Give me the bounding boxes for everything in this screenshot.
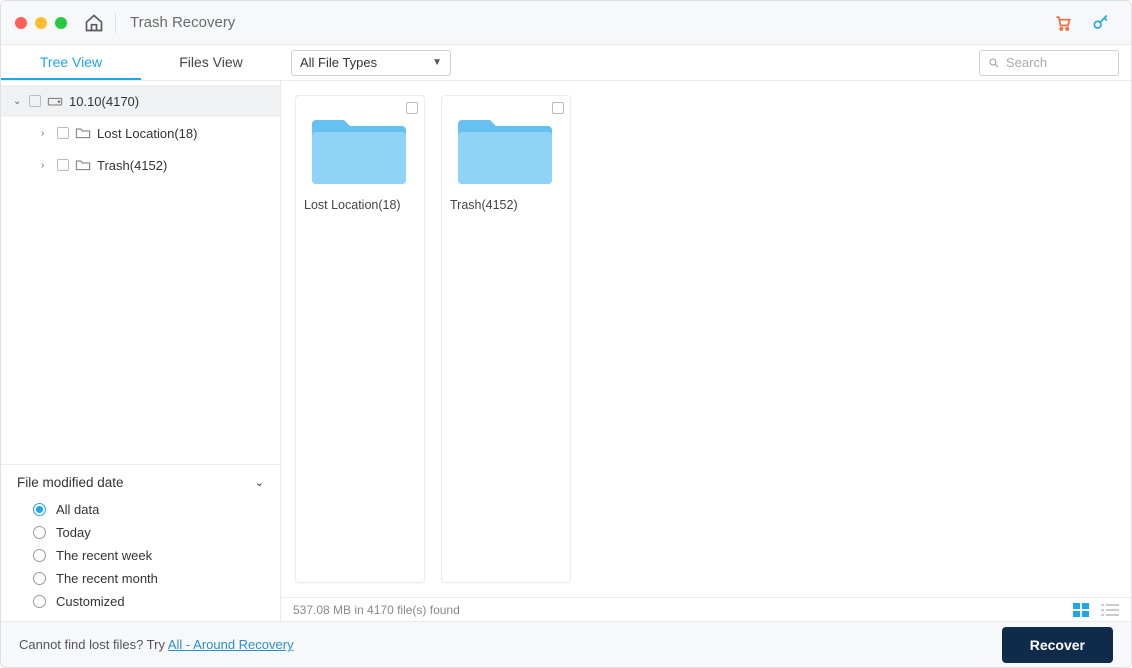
app-window: Trash Recovery Tree View Files View All … <box>0 0 1132 668</box>
footer-text: Cannot find lost files? Try All - Around… <box>19 637 294 652</box>
filter-option-label: The recent month <box>56 571 158 586</box>
tree-root[interactable]: ⌄ 10.10(4170) <box>1 85 280 117</box>
footer-prefix: Cannot find lost files? Try <box>19 637 168 652</box>
folder-card-label: Trash(4152) <box>448 198 564 212</box>
radio[interactable] <box>33 595 46 608</box>
minimize-button[interactable] <box>35 17 47 29</box>
tree-item-label: Lost Location(18) <box>97 126 197 141</box>
tree-item-label: Trash(4152) <box>97 158 167 173</box>
chevron-down-icon: ⌄ <box>255 476 264 489</box>
filter-heading-label: File modified date <box>17 475 124 490</box>
grid-view-icon[interactable] <box>1073 603 1091 617</box>
checkbox[interactable] <box>57 127 69 139</box>
list-view-icon[interactable] <box>1101 603 1119 617</box>
filter-heading[interactable]: File modified date ⌄ <box>17 475 264 490</box>
folder-icon <box>75 126 91 140</box>
tree-item-lost-location[interactable]: › Lost Location(18) <box>1 117 280 149</box>
chevron-right-icon[interactable]: › <box>41 160 51 171</box>
search-icon <box>988 56 1000 70</box>
view-mode-switch <box>1073 603 1119 617</box>
filetype-selected: All File Types <box>300 55 377 70</box>
radio[interactable] <box>33 549 46 562</box>
checkbox[interactable] <box>29 95 41 107</box>
folder-icon <box>75 158 91 172</box>
filter-option-label: The recent week <box>56 548 152 563</box>
view-tabs: Tree View Files View <box>1 46 281 80</box>
checkbox[interactable] <box>57 159 69 171</box>
filter-option-recent-month[interactable]: The recent month <box>17 567 264 590</box>
filter-option-today[interactable]: Today <box>17 521 264 544</box>
tab-tree-view[interactable]: Tree View <box>1 46 141 80</box>
filter-option-recent-week[interactable]: The recent week <box>17 544 264 567</box>
file-grid: Lost Location(18) Trash(4152) <box>281 81 1131 597</box>
tab-files-view[interactable]: Files View <box>141 46 281 80</box>
radio[interactable] <box>33 503 46 516</box>
chevron-down-icon[interactable]: ⌄ <box>13 96 23 107</box>
filter-option-customized[interactable]: Customized <box>17 590 264 613</box>
filter-option-label: Today <box>56 525 91 540</box>
search-input[interactable] <box>1006 55 1110 70</box>
filter-option-label: All data <box>56 502 99 517</box>
chevron-right-icon[interactable]: › <box>41 128 51 139</box>
cart-icon[interactable] <box>1053 13 1073 33</box>
folder-icon <box>302 102 418 192</box>
filter-option-label: Customized <box>56 594 125 609</box>
page-title: Trash Recovery <box>130 14 1053 31</box>
search-box[interactable] <box>979 50 1119 76</box>
folder-card-label: Lost Location(18) <box>302 198 418 212</box>
checkbox[interactable] <box>552 102 564 114</box>
status-bar: 537.08 MB in 4170 file(s) found <box>281 597 1131 621</box>
folder-card-lost-location[interactable]: Lost Location(18) <box>295 95 425 583</box>
body: ⌄ 10.10(4170) › Lost Location(18) <box>1 81 1131 621</box>
chevron-down-icon: ▼ <box>432 57 442 68</box>
close-button[interactable] <box>15 17 27 29</box>
main-area: Lost Location(18) Trash(4152) 537.08 MB … <box>281 81 1131 621</box>
recover-button[interactable]: Recover <box>1002 627 1113 663</box>
checkbox[interactable] <box>406 102 418 114</box>
filter-option-all-data[interactable]: All data <box>17 498 264 521</box>
tree-root-label: 10.10(4170) <box>69 94 139 109</box>
all-around-recovery-link[interactable]: All - Around Recovery <box>168 637 294 652</box>
home-icon[interactable] <box>83 12 105 34</box>
title-bar: Trash Recovery <box>1 1 1131 45</box>
radio[interactable] <box>33 572 46 585</box>
tree: ⌄ 10.10(4170) › Lost Location(18) <box>1 81 280 181</box>
folder-card-trash[interactable]: Trash(4152) <box>441 95 571 583</box>
divider <box>115 13 116 33</box>
tree-item-trash[interactable]: › Trash(4152) <box>1 149 280 181</box>
filetype-dropdown[interactable]: All File Types ▼ <box>291 50 451 76</box>
toolbar: Tree View Files View All File Types ▼ <box>1 45 1131 81</box>
sidebar: ⌄ 10.10(4170) › Lost Location(18) <box>1 81 281 621</box>
drive-icon <box>47 94 63 108</box>
key-icon[interactable] <box>1091 13 1111 33</box>
footer: Cannot find lost files? Try All - Around… <box>1 621 1131 667</box>
radio[interactable] <box>33 526 46 539</box>
folder-icon <box>448 102 564 192</box>
filter-panel: File modified date ⌄ All data Today The … <box>1 464 280 621</box>
window-controls <box>15 17 67 29</box>
status-text: 537.08 MB in 4170 file(s) found <box>293 603 460 617</box>
zoom-button[interactable] <box>55 17 67 29</box>
